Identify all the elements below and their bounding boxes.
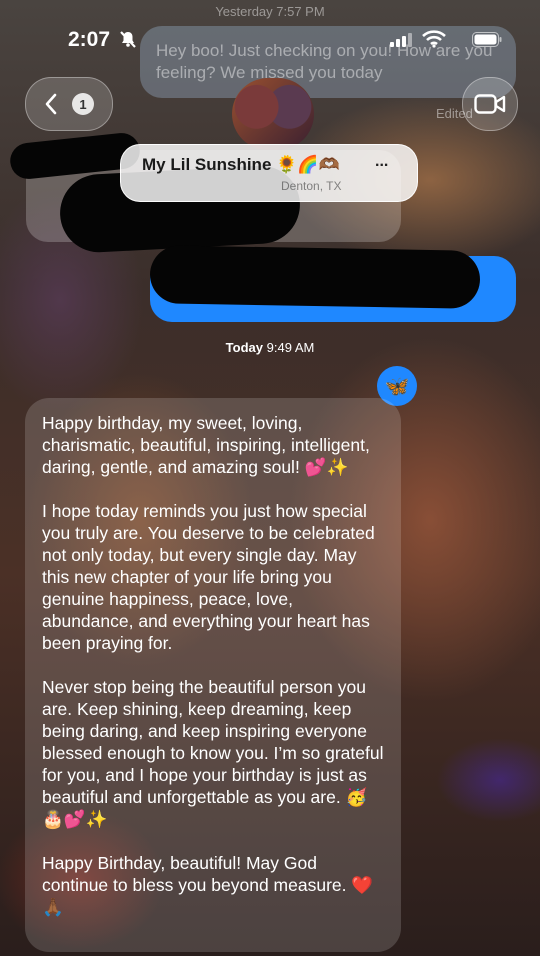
bell-slash-icon bbox=[120, 31, 136, 48]
message-timestamp: Today 9:49 AM bbox=[225, 340, 315, 355]
chevron-left-icon bbox=[45, 93, 57, 115]
incoming-message-bubble[interactable]: Happy birthday, my sweet, loving, charis… bbox=[25, 398, 401, 952]
facetime-video-button[interactable] bbox=[462, 77, 518, 131]
wifi-icon bbox=[422, 30, 446, 48]
cellular-signal-icon bbox=[390, 33, 412, 47]
back-button[interactable]: 1 bbox=[25, 77, 113, 131]
more-options-button[interactable]: ... bbox=[375, 153, 388, 171]
clock: 2:07 bbox=[68, 28, 111, 51]
battery-icon bbox=[472, 32, 502, 47]
contact-name: My Lil Sunshine 🌻🌈🫶🏾 bbox=[142, 155, 340, 174]
unread-count-badge: 1 bbox=[72, 93, 94, 115]
redaction-mark bbox=[149, 245, 481, 309]
contact-name-pill[interactable]: My Lil Sunshine 🌻🌈🫶🏾 ... Denton, TX bbox=[120, 144, 418, 202]
contact-avatar[interactable] bbox=[232, 78, 314, 150]
status-bar: 2:07 bbox=[0, 0, 540, 70]
video-camera-icon bbox=[474, 94, 506, 114]
contact-location: Denton, TX bbox=[281, 179, 342, 193]
